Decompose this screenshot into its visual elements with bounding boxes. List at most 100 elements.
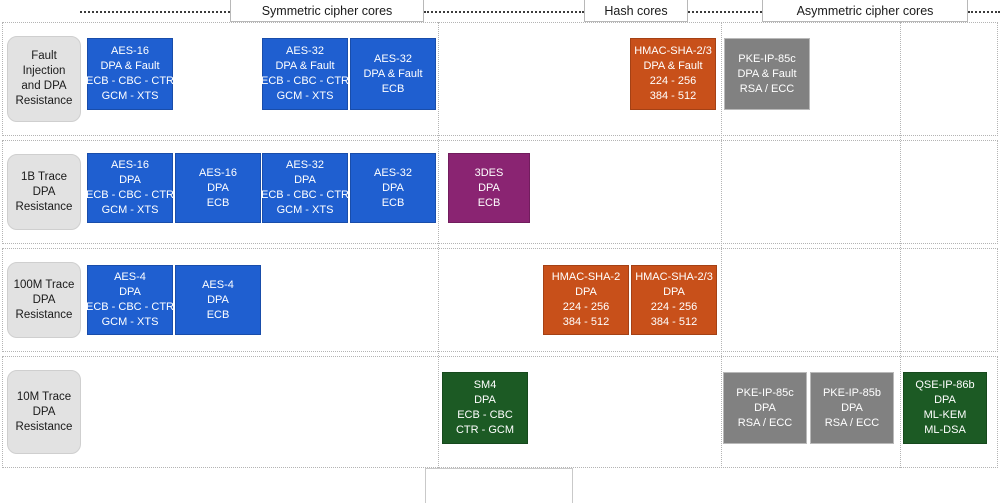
core-block-hmac-sha-2-3-r1c4[interactable]: HMAC-SHA-2/3 DPA & Fault 224 - 256 384 - 51… <box>630 38 716 110</box>
core-detail-line: DPA <box>474 394 496 406</box>
core-block-aes-16-r1c1[interactable]: AES-16 DPA & Fault ECB - CBC - CTR GCM - XT… <box>86 38 174 110</box>
core-name: AES-32 <box>286 159 324 171</box>
core-detail-line: 384 - 512 <box>562 316 610 328</box>
core-detail-line: DPA <box>478 181 500 194</box>
core-detail-line: DPA <box>754 401 776 414</box>
category-line: 1B Trace <box>20 170 68 183</box>
core-block-aes-16-r2c1[interactable]: AES-16 DPA ECB - CBC - CTR GCM - XTS <box>86 153 174 223</box>
core-block-aes-32-r1c2[interactable]: AES-32 DPA & Fault ECB - CBC - CTR GCM - XT… <box>261 38 349 110</box>
category-line: 100M Trace <box>13 278 75 291</box>
core-detail-line: ECB - CBC - CTR <box>261 75 349 87</box>
category-pill-4: 10M Trace DPA Resistance <box>7 370 81 454</box>
core-block-3des-r2c5[interactable]: 3DES DPA ECB <box>448 153 530 223</box>
column-group-header: Symmetric cipher cores Hash cores Asymmetr… <box>0 0 1000 22</box>
core-name: AES-32 <box>374 52 412 65</box>
core-detail-line: RSA / ECC <box>824 416 880 429</box>
core-block-pke-ip-85c-r1c5[interactable]: PKE-IP-85c DPA & Fault RSA / ECC <box>724 38 810 110</box>
core-detail-line: GCM - XTS <box>276 204 334 216</box>
category-line: Resistance <box>15 200 73 213</box>
core-detail-line: 224 - 256 <box>650 301 698 313</box>
core-block-sm4-r4c1[interactable]: SM4 DPA ECB - CBC CTR - GCM <box>442 372 528 444</box>
core-detail-line: ECB <box>206 308 230 321</box>
core-name: PKE-IP-85c <box>738 52 796 65</box>
core-detail-line: ECB - CBC <box>457 409 513 421</box>
core-detail-line: DPA & Fault <box>100 60 160 72</box>
core-detail-line: ML-DSA <box>924 424 966 436</box>
core-detail-line: ECB <box>381 82 405 95</box>
category-pill-3: 100M Trace DPA Resistance <box>7 262 81 338</box>
header-rule-1 <box>80 11 230 13</box>
header-rule-3 <box>688 11 762 13</box>
core-detail-line: ECB - CBC - CTR <box>86 301 174 313</box>
core-detail-line: DPA & Fault <box>363 67 423 80</box>
core-block-hmac-sha-2-3-r3c4[interactable]: HMAC-SHA-2/3 DPA 224 - 256 384 - 512 <box>631 265 717 335</box>
core-name: HMAC-SHA-2 <box>551 271 621 283</box>
core-block-aes-32-r1c3[interactable]: AES-32 DPA & Fault ECB <box>350 38 436 110</box>
core-name: AES-32 <box>286 45 324 57</box>
core-detail-line: ECB - CBC - CTR <box>86 189 174 201</box>
category-line: DPA <box>32 405 56 418</box>
core-block-pke-ip-85b-r4c3[interactable]: PKE-IP-85b DPA RSA / ECC <box>810 372 894 444</box>
core-detail-line: DPA <box>575 286 597 298</box>
category-line: DPA <box>32 293 56 306</box>
category-line: and DPA <box>21 80 67 92</box>
category-pill-1: Fault Injection and DPA Resistance <box>7 36 81 122</box>
core-block-aes-32-r2c4[interactable]: AES-32 DPA ECB <box>350 153 436 223</box>
header-rule-2 <box>424 11 584 13</box>
core-block-pke-ip-85c-r4c2[interactable]: PKE-IP-85c DPA RSA / ECC <box>723 372 807 444</box>
core-name: PKE-IP-85b <box>822 386 882 399</box>
core-detail-line: DPA <box>294 174 316 186</box>
core-detail-line: DPA <box>841 401 863 414</box>
core-block-aes-4-r3c2[interactable]: AES-4 DPA ECB <box>175 265 261 335</box>
category-line: 10M Trace <box>16 390 72 403</box>
core-detail-line: ECB <box>206 196 230 209</box>
core-detail-line: DPA <box>119 174 141 186</box>
core-detail-line: DPA <box>934 394 956 406</box>
core-detail-line: DPA <box>663 286 685 298</box>
core-detail-line: DPA <box>119 286 141 298</box>
core-name: HMAC-SHA-2/3 <box>635 271 713 283</box>
column-group-label-hash-cores: Hash cores <box>584 0 688 22</box>
core-detail-line: DPA & Fault <box>737 67 797 80</box>
clipped-legend-box <box>425 468 573 503</box>
core-detail-line: ML-KEM <box>923 409 967 421</box>
core-block-hmac-sha-2-r3c3[interactable]: HMAC-SHA-2 DPA 224 - 256 384 - 512 <box>543 265 629 335</box>
column-group-label-asymmetric-cipher-cores: Asymmetric cipher cores <box>762 0 968 22</box>
core-block-qse-ip-86b-r4c4[interactable]: QSE-IP-86b DPA ML-KEM ML-DSA <box>903 372 987 444</box>
core-detail-line: GCM - XTS <box>101 204 159 216</box>
core-block-aes-32-r2c3[interactable]: AES-32 DPA ECB - CBC - CTR GCM - XTS <box>261 153 349 223</box>
header-rule-4 <box>968 11 1000 13</box>
core-name: AES-4 <box>114 271 146 283</box>
core-detail-line: GCM - XTS <box>276 90 334 102</box>
category-line: DPA <box>32 185 56 198</box>
core-name: PKE-IP-85c <box>736 386 794 399</box>
column-divider-2 <box>721 22 722 468</box>
core-detail-line: RSA / ECC <box>737 416 793 429</box>
core-detail-line: 384 - 512 <box>650 316 698 328</box>
core-name: AES-32 <box>374 166 412 179</box>
core-detail-line: ECB - CBC - CTR <box>86 75 174 87</box>
core-block-aes-4-r3c1[interactable]: AES-4 DPA ECB - CBC - CTR GCM - XTS <box>86 265 174 335</box>
core-detail-line: 224 - 256 <box>562 301 610 313</box>
core-name: AES-4 <box>202 278 234 291</box>
core-detail-line: DPA & Fault <box>275 60 335 72</box>
column-group-label-symmetric-cipher-cores: Symmetric cipher cores <box>230 0 424 22</box>
core-detail-line: RSA / ECC <box>739 82 795 95</box>
column-divider-1 <box>438 22 439 468</box>
core-detail-line: 384 - 512 <box>649 90 697 102</box>
category-pill-2: 1B Trace DPA Resistance <box>7 154 81 230</box>
core-name: QSE-IP-86b <box>915 379 975 391</box>
category-line: Resistance <box>15 308 73 321</box>
core-block-aes-16-r2c2[interactable]: AES-16 DPA ECB <box>175 153 261 223</box>
core-detail-line: ECB - CBC - CTR <box>261 189 349 201</box>
column-divider-3 <box>900 22 901 468</box>
core-name: AES-16 <box>111 159 149 171</box>
category-line: Fault Injection <box>22 50 66 77</box>
category-line: Resistance <box>15 420 73 433</box>
core-detail-line: CTR - GCM <box>455 424 515 436</box>
core-name: AES-16 <box>111 45 149 57</box>
core-detail-line: DPA <box>207 181 229 194</box>
core-detail-line: ECB <box>477 196 501 209</box>
core-detail-line: GCM - XTS <box>101 90 159 102</box>
core-detail-line: 224 - 256 <box>649 75 697 87</box>
